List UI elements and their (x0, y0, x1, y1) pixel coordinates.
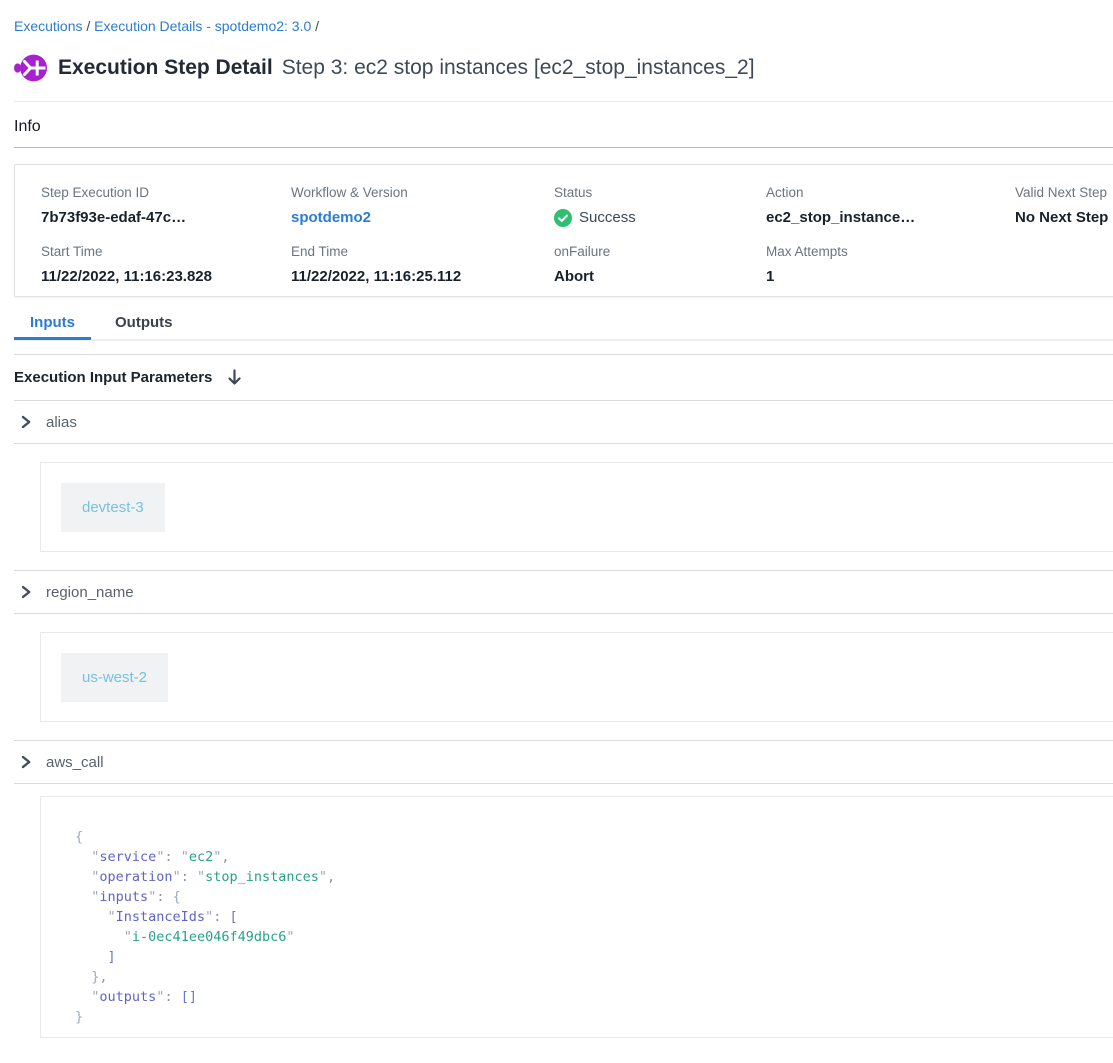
success-check-icon (554, 209, 572, 227)
field-label: Valid Next Step (1015, 184, 1113, 201)
field-value: Success (554, 208, 766, 227)
param-value-chip: us-west-2 (61, 653, 168, 702)
status-text: Success (579, 208, 636, 227)
breadcrumb-separator: / (311, 18, 319, 34)
param-row-alias[interactable]: alias (14, 401, 1113, 443)
workflow-step-icon (14, 53, 48, 83)
param-row-aws_call[interactable]: aws_call (14, 741, 1113, 783)
page-header: Execution Step Detail Step 3: ec2 stop in… (14, 50, 1113, 86)
parameter-sections: alias devtest-3 region_name us-west-2 aws_ca… (14, 401, 1113, 1038)
info-field: Workflow & Version spotdemo2 (291, 184, 554, 227)
field-value: 11/22/2022, 11:16:23.828 (41, 267, 291, 286)
info-field (1015, 243, 1113, 286)
field-label: End Time (291, 243, 554, 260)
info-field: onFailure Abort (554, 243, 766, 286)
field-value: 1 (766, 267, 1015, 286)
info-field: Step Execution ID 7b73f93e-edaf-47c… (41, 184, 291, 227)
param-name: alias (46, 414, 77, 431)
info-field: Start Time 11/22/2022, 11:16:23.828 (41, 243, 291, 286)
param-value-panel: us-west-2 (40, 632, 1113, 722)
param-value-chip: devtest-3 (61, 483, 165, 532)
page-title: Execution Step Detail (58, 56, 273, 79)
breadcrumb: Executions / Execution Details - spotdem… (14, 16, 1113, 36)
workflow-version-link[interactable]: spotdemo2 (291, 209, 371, 226)
param-content-region_name: us-west-2 (14, 614, 1113, 740)
info-field: End Time 11/22/2022, 11:16:25.112 (291, 243, 554, 286)
field-label: Action (766, 184, 1015, 201)
field-value: Abort (554, 267, 766, 286)
divider (14, 101, 1113, 102)
chevron-right-icon (20, 755, 32, 769)
field-label: Step Execution ID (41, 184, 291, 201)
download-arrow-icon[interactable] (227, 369, 242, 386)
info-field: Status Success (554, 184, 766, 227)
param-value-panel: devtest-3 (40, 462, 1113, 552)
field-label: Max Attempts (766, 243, 1015, 260)
field-label: onFailure (554, 243, 766, 260)
field-value: ec2_stop_instance… (766, 208, 1015, 227)
field-label: Status (554, 184, 766, 201)
param-content-alias: devtest-3 (14, 444, 1113, 570)
param-name: aws_call (46, 754, 104, 771)
field-label: Workflow & Version (291, 184, 554, 201)
code-block: { "service": "ec2", "operation": "stop_i… (75, 827, 1082, 1027)
param-content-aws_call: { "service": "ec2", "operation": "stop_i… (14, 784, 1113, 1038)
breadcrumb-link[interactable]: Executions (14, 18, 82, 34)
info-field: Max Attempts 1 (766, 243, 1015, 286)
tab-outputs[interactable]: Outputs (99, 310, 189, 339)
breadcrumb-link[interactable]: Execution Details - spotdemo2: 3.0 (94, 18, 311, 34)
divider (14, 147, 1113, 148)
page-subtitle: Step 3: ec2 stop instances [ec2_stop_ins… (282, 56, 755, 79)
field-value: 11/22/2022, 11:16:25.112 (291, 267, 554, 286)
params-heading: Execution Input Parameters (14, 369, 212, 386)
param-name: region_name (46, 584, 134, 601)
breadcrumb-separator: / (82, 18, 94, 34)
field-label: Start Time (41, 243, 291, 260)
info-field: Action ec2_stop_instance… (766, 184, 1015, 227)
field-value: No Next Step (1015, 208, 1113, 227)
info-card: Step Execution ID 7b73f93e-edaf-47c…Workf… (14, 164, 1113, 297)
param-row-region_name[interactable]: region_name (14, 571, 1113, 613)
tab-inputs[interactable]: Inputs (14, 310, 91, 339)
execution-step-detail-page: Executions / Execution Details - spotdem… (0, 16, 1113, 1038)
execution-input-parameters-header: Execution Input Parameters (14, 355, 1113, 400)
code-panel: { "service": "ec2", "operation": "stop_i… (40, 796, 1113, 1038)
tab-bar: Inputs Outputs (14, 310, 1113, 340)
field-value: spotdemo2 (291, 208, 554, 227)
info-section-heading: Info (14, 116, 1113, 138)
info-grid: Step Execution ID 7b73f93e-edaf-47c…Workf… (15, 165, 1113, 286)
info-field: Valid Next Step No Next Step (1015, 184, 1113, 227)
chevron-right-icon (20, 585, 32, 599)
chevron-right-icon (20, 415, 32, 429)
field-value: 7b73f93e-edaf-47c… (41, 208, 291, 227)
